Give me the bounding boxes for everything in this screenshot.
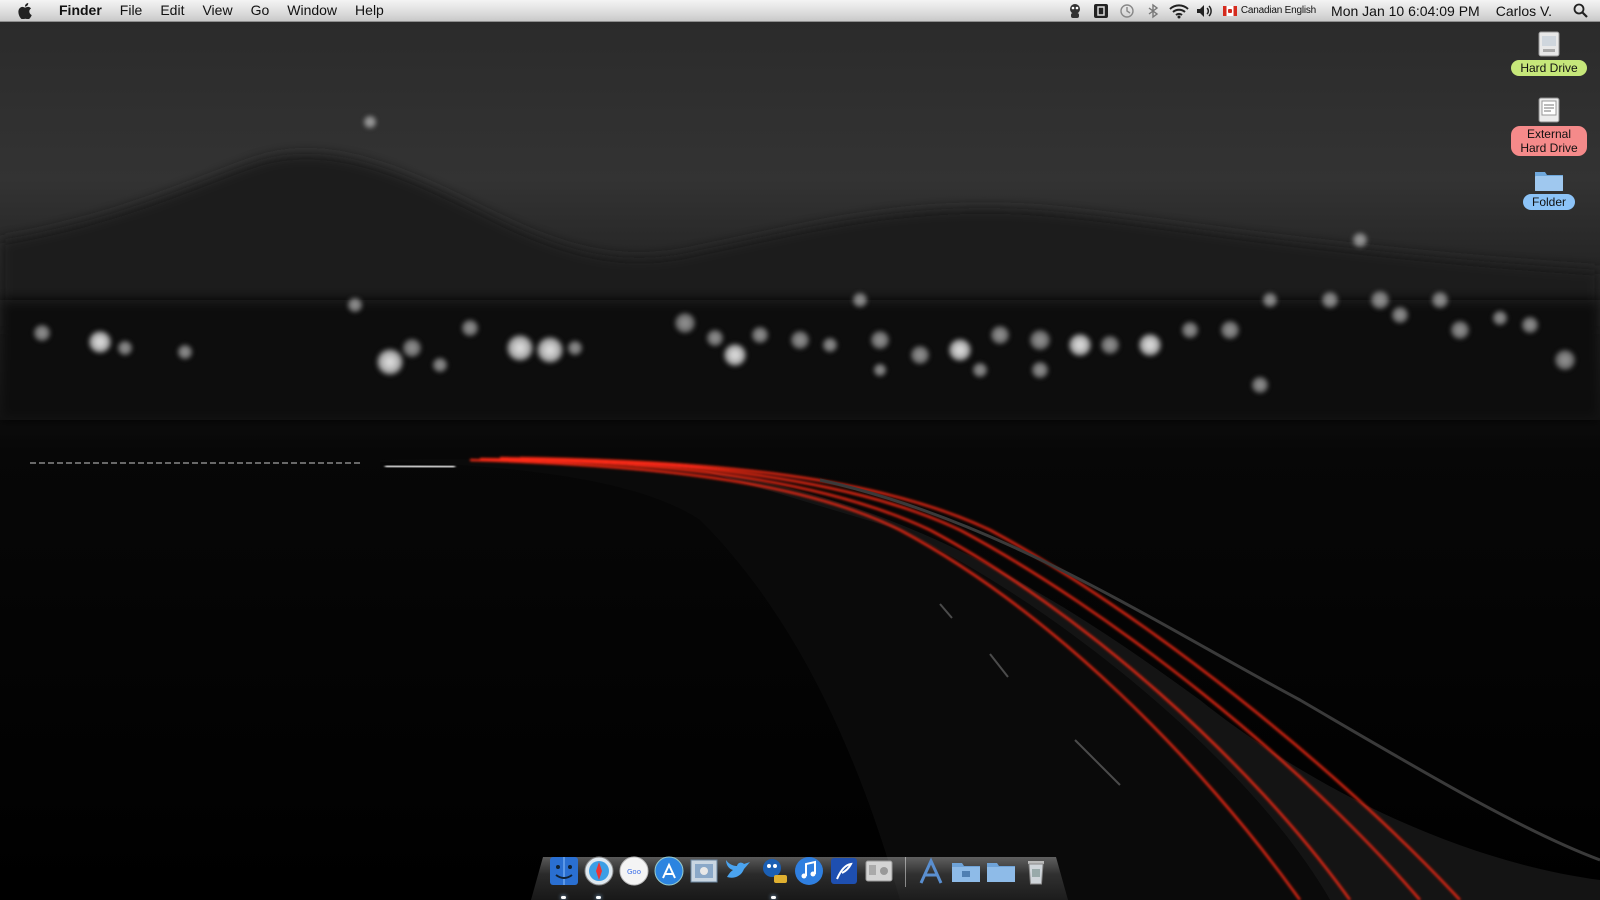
label-line: External: [1526, 127, 1571, 141]
running-indicator: [596, 896, 601, 899]
external-drive-icon: [1537, 92, 1561, 124]
menu-bar: Finder File Edit View Go Window Help Can…: [0, 0, 1600, 22]
bokeh-light: [363, 115, 377, 129]
documents-folder-icon[interactable]: [949, 854, 982, 887]
bokeh-light: [432, 357, 448, 373]
bokeh-light: [873, 363, 887, 377]
desktop-icon-label: External Hard Drive: [1511, 126, 1587, 156]
app-store-icon[interactable]: [652, 854, 685, 887]
bokeh-light: [790, 330, 810, 350]
downloads-folder-icon[interactable]: [984, 854, 1017, 887]
bokeh-light: [1262, 292, 1278, 308]
label-line: Hard Drive: [1520, 141, 1578, 155]
bokeh-light: [1492, 310, 1508, 326]
system-preferences-icon[interactable]: [862, 854, 895, 887]
desktop-icon-label: Hard Drive: [1511, 60, 1587, 76]
adium-duck-icon[interactable]: [1062, 0, 1088, 21]
finder-icon[interactable]: [547, 854, 580, 899]
apple-menu-icon[interactable]: [0, 0, 50, 21]
time-machine-icon[interactable]: [1114, 0, 1140, 21]
bokeh-light: [1031, 361, 1049, 379]
bokeh-light: [177, 344, 193, 360]
desktop-wallpaper: [0, 0, 1600, 900]
bokeh-light: [347, 297, 363, 313]
bokeh-light: [1251, 376, 1269, 394]
hard-drive-icon: [1537, 26, 1561, 58]
bokeh-light: [972, 362, 988, 378]
desktop-icon-label: Folder: [1522, 194, 1575, 210]
bokeh-light: [751, 326, 769, 344]
bokeh-light: [1138, 333, 1162, 357]
bluetooth-icon[interactable]: [1140, 0, 1166, 21]
google-chrome-icon[interactable]: Goo: [617, 854, 650, 887]
bokeh-light: [88, 330, 112, 354]
menu-window[interactable]: Window: [278, 0, 346, 21]
bokeh-light: [1352, 232, 1368, 248]
volume-icon[interactable]: [1192, 0, 1218, 21]
menu-file[interactable]: File: [111, 0, 152, 21]
desktop-icon-hard-drive[interactable]: Hard Drive: [1507, 26, 1591, 76]
itunes-icon[interactable]: [792, 854, 825, 887]
bokeh-light: [117, 340, 133, 356]
bokeh-light: [376, 348, 404, 376]
bokeh-light: [706, 329, 724, 347]
desktop-icon-external-hard-drive[interactable]: External Hard Drive: [1507, 92, 1591, 156]
menu-view[interactable]: View: [193, 0, 241, 21]
safari-icon[interactable]: [582, 854, 615, 899]
bokeh-light: [1068, 333, 1092, 357]
bokeh-light: [402, 338, 422, 358]
bokeh-light: [536, 336, 564, 364]
bokeh-light: [870, 330, 890, 350]
bokeh-light: [1431, 291, 1449, 309]
menu-edit[interactable]: Edit: [151, 0, 193, 21]
bokeh-light: [1521, 316, 1539, 334]
desktop-icon-folder[interactable]: Folder: [1507, 160, 1591, 210]
bokeh-light: [1554, 349, 1576, 371]
dock: Goo: [531, 841, 1068, 900]
bokeh-light: [33, 324, 51, 342]
menu-go[interactable]: Go: [242, 0, 279, 21]
menu-help[interactable]: Help: [346, 0, 393, 21]
mail-icon[interactable]: [687, 854, 720, 887]
bokeh-light: [990, 325, 1010, 345]
bokeh-light: [1391, 306, 1409, 324]
evernote-icon[interactable]: [1088, 0, 1114, 21]
trash-icon[interactable]: [1019, 854, 1052, 887]
bokeh-light: [910, 345, 930, 365]
bokeh-light: [1370, 290, 1390, 310]
bokeh-light: [1181, 321, 1199, 339]
dock-separator: [905, 857, 906, 887]
bokeh-light: [1321, 291, 1339, 309]
bokeh-light: [1450, 320, 1470, 340]
font-book-icon[interactable]: [827, 854, 860, 887]
bokeh-light: [1100, 335, 1120, 355]
running-indicator: [771, 896, 776, 899]
bokeh-light: [567, 340, 583, 356]
bokeh-light: [948, 338, 972, 362]
svg-text:Goo: Goo: [627, 868, 641, 876]
bokeh-light: [723, 343, 747, 367]
bokeh-light: [822, 337, 838, 353]
canada-flag-icon: [1222, 5, 1237, 16]
bokeh-light: [1029, 329, 1051, 351]
spotlight-search-icon[interactable]: [1560, 0, 1600, 21]
applications-icon[interactable]: [914, 854, 947, 887]
input-source-menu[interactable]: Canadian English: [1218, 0, 1323, 21]
bokeh-light: [461, 319, 479, 337]
input-source-label: Canadian English: [1240, 5, 1317, 16]
bokeh-light: [1220, 320, 1240, 340]
bokeh-light: [674, 312, 696, 334]
bokeh-light: [506, 334, 534, 362]
menu-app-finder[interactable]: Finder: [50, 0, 111, 21]
twitter-icon[interactable]: [722, 854, 755, 887]
wifi-icon[interactable]: [1166, 0, 1192, 21]
fast-user-switch-menu[interactable]: Carlos V.: [1488, 3, 1560, 19]
bokeh-light: [852, 292, 868, 308]
menubar-clock[interactable]: Mon Jan 10 6:04:09 PM: [1323, 3, 1488, 19]
folder-icon: [1534, 160, 1564, 192]
ichat-icon[interactable]: [757, 854, 790, 899]
running-indicator: [561, 896, 566, 899]
